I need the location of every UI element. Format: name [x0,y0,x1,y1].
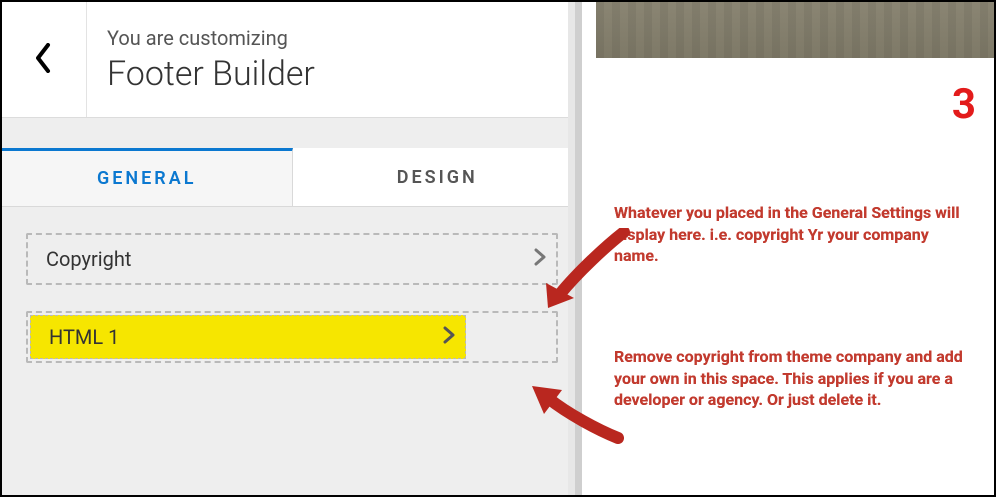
control-html1-label: HTML 1 [49,325,119,349]
customizer-header: You are customizing Footer Builder [2,2,582,118]
annotation-top: Whatever you placed in the General Setti… [614,202,974,267]
customizer-subtitle: You are customizing [107,26,315,50]
customizer-controls: Copyright HTML 1 [2,207,582,363]
customizer-title-block: You are customizing Footer Builder [87,26,315,94]
control-row-copyright[interactable]: Copyright [26,233,558,285]
chevron-left-icon [34,43,54,77]
step-number: 3 [952,80,976,129]
preview-pane: 3 Whatever you placed in the General Set… [596,2,994,495]
annotation-bottom: Remove copyright from theme company and … [614,346,974,411]
chevron-right-icon [443,325,455,349]
control-row-html1[interactable]: HTML 1 [26,311,558,363]
control-copyright-label: Copyright [46,247,131,271]
customizer-title: Footer Builder [107,54,315,94]
tab-design-label: DESIGN [397,167,478,188]
control-html1-highlight: HTML 1 [30,315,466,359]
tab-general-label: GENERAL [97,168,197,189]
sidebar-scrollbar-strip [568,2,582,495]
back-button[interactable] [2,2,87,117]
tab-general[interactable]: GENERAL [2,148,293,206]
customizer-sidebar: You are customizing Footer Builder GENER… [2,2,582,495]
chevron-right-icon [534,247,546,271]
tab-design[interactable]: DESIGN [293,148,583,206]
screenshot-canvas: You are customizing Footer Builder GENER… [0,0,996,497]
preview-hero-strip [596,2,994,58]
customizer-tabs: GENERAL DESIGN [2,148,582,207]
